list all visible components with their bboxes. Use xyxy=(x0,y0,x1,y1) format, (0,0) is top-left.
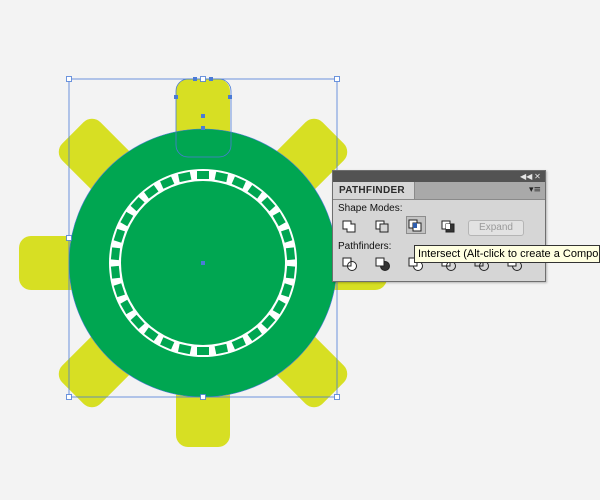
selection-handle[interactable] xyxy=(66,76,72,82)
selection-handle[interactable] xyxy=(334,76,340,82)
notch-mark xyxy=(285,265,296,279)
selection-handle[interactable] xyxy=(200,394,206,400)
notch-mark xyxy=(110,265,121,279)
pathfinders-label: Pathfinders: xyxy=(338,241,392,252)
center-point xyxy=(201,261,205,265)
selection-handle[interactable] xyxy=(66,235,72,241)
intersect-button[interactable] xyxy=(406,216,426,234)
selection-handle[interactable] xyxy=(66,394,72,400)
notch-mark xyxy=(110,247,121,261)
trim-button[interactable] xyxy=(373,255,393,273)
selection-handle[interactable] xyxy=(200,76,206,82)
intersect-tooltip: Intersect (Alt-click to create a Compou xyxy=(414,245,600,263)
panel-titlebar[interactable]: ◀◀ ✕ xyxy=(333,171,545,182)
divide-button[interactable] xyxy=(340,255,360,273)
notch-mark xyxy=(197,171,209,179)
divide-icon xyxy=(342,257,357,271)
minus-front-icon xyxy=(375,220,389,233)
shape-modes-label: Shape Modes: xyxy=(338,203,403,214)
expand-button[interactable]: Expand xyxy=(468,220,524,236)
exclude-button[interactable] xyxy=(439,217,459,235)
double-chevron-left-icon[interactable]: ◀◀ xyxy=(520,171,532,182)
tab-pathfinder[interactable]: PATHFINDER xyxy=(333,182,415,199)
trim-icon xyxy=(375,257,390,271)
pathfinder-panel[interactable]: ◀◀ ✕ PATHFINDER ▾≡ Shape Modes: Expand P… xyxy=(332,170,546,282)
minus-front-button[interactable] xyxy=(373,217,393,235)
selection-handle[interactable] xyxy=(334,394,340,400)
panel-menu-icon[interactable]: ▾≡ xyxy=(528,184,542,196)
panel-tab-row: PATHFINDER ▾≡ xyxy=(333,182,545,200)
unite-button[interactable] xyxy=(340,217,360,235)
intersect-icon xyxy=(408,219,422,232)
exclude-icon xyxy=(441,220,455,233)
notch-mark xyxy=(285,247,296,261)
unite-icon xyxy=(342,220,356,233)
notch-mark xyxy=(197,347,209,355)
close-icon[interactable]: ✕ xyxy=(532,171,543,182)
